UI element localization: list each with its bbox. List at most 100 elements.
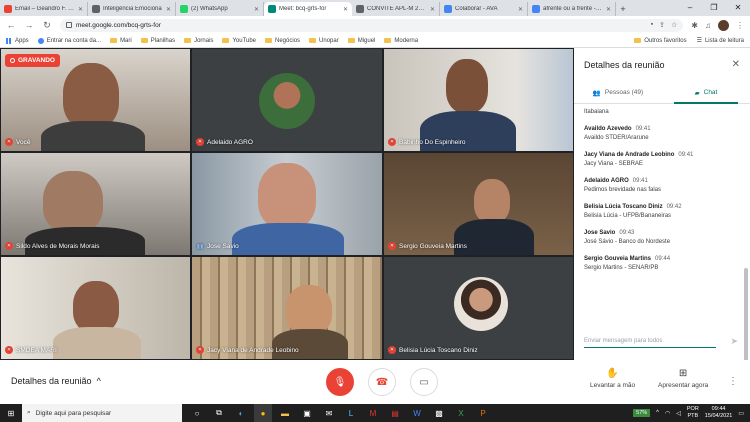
back-arrow-icon[interactable]: ←: [6, 20, 16, 30]
panel-tabs: 👥 Pessoas (49) ▰ Chat: [574, 82, 750, 104]
reload-icon[interactable]: ↻: [42, 20, 52, 31]
message-text: Belisia Lúcia - UFPB/Bananeiras: [584, 213, 672, 219]
tray-arrow-icon[interactable]: ^: [656, 410, 659, 416]
forward-arrow-icon[interactable]: →: [24, 20, 34, 30]
taskbar-search-box[interactable]: ⌕ Digite aqui para pesquisar: [22, 404, 182, 422]
close-tab-icon[interactable]: ✕: [254, 6, 259, 13]
bookmark-folder[interactable]: Planilhas: [140, 38, 175, 44]
participant-body: [232, 223, 344, 255]
address-bar[interactable]: meet.google.com/bcq-grts-for ▪ ⇪ ☆: [60, 18, 684, 32]
participant-tile[interactable]: ✕ SMDEA MARI: [0, 256, 191, 360]
app-l-icon[interactable]: L: [342, 404, 360, 422]
participant-tile[interactable]: ✕ Sergio Gouveia Martins: [383, 152, 574, 256]
chat-scrollbar[interactable]: [744, 268, 748, 368]
bookmark-folder[interactable]: Jornais: [184, 38, 213, 44]
store-icon[interactable]: ▣: [298, 404, 316, 422]
browser-tab-active[interactable]: Meet: bcq-grts-for ✕: [264, 2, 352, 16]
folder-icon: [634, 38, 642, 43]
browser-tab[interactable]: (2) WhatsApp ✕: [176, 2, 264, 16]
close-tab-icon[interactable]: ✕: [430, 6, 435, 13]
powerpoint-icon[interactable]: P: [474, 404, 492, 422]
word-icon[interactable]: W: [408, 404, 426, 422]
camera-icon[interactable]: ▪: [651, 21, 653, 29]
wifi-icon[interactable]: ◠: [665, 410, 670, 417]
bookmark-folder[interactable]: Unopar: [309, 38, 339, 44]
participant-tile[interactable]: ✕ Belisia Lúcia Toscano Diniz: [383, 256, 574, 360]
present-now-button[interactable]: ⊞ Apresentar agora: [658, 368, 708, 389]
star-icon[interactable]: ☆: [671, 21, 677, 29]
participant-body: [454, 219, 534, 255]
task-switch-icon[interactable]: ⧉: [210, 404, 228, 422]
message-text: Pedimos brevidade nas falas: [584, 187, 662, 193]
close-panel-icon[interactable]: ✕: [732, 59, 740, 70]
close-tab-icon[interactable]: ✕: [343, 6, 348, 13]
participant-tile[interactable]: ✕ Sildo Alves de Morais Morais: [0, 152, 191, 256]
tab-people[interactable]: 👥 Pessoas (49): [574, 82, 662, 103]
edge-icon[interactable]: ◐: [232, 404, 250, 422]
battery-indicator[interactable]: 57%: [633, 409, 651, 417]
keyboard-layout[interactable]: PTB: [687, 413, 698, 419]
other-bookmarks[interactable]: Outros favoritos: [634, 37, 687, 44]
reading-list[interactable]: ☰ Lista de leitura: [697, 37, 744, 45]
bookmark-folder[interactable]: Mari: [110, 38, 132, 44]
camera-toggle-button[interactable]: ▭: [410, 368, 438, 396]
participant-tile[interactable]: ✕ Jacy Viana de Andrade Leobino: [191, 256, 383, 360]
bookmark-folder[interactable]: Negócios: [265, 38, 300, 44]
bookmark-folder[interactable]: Moderna: [384, 38, 418, 44]
participant-tile[interactable]: GRAVANDO ✕ Você: [0, 48, 191, 152]
send-icon[interactable]: ➤: [730, 336, 738, 347]
participant-tile[interactable]: ✕ Babinho Do Espinheiro: [383, 48, 574, 152]
volume-icon[interactable]: ◁: [676, 410, 681, 417]
maximize-icon[interactable]: ❐: [702, 0, 726, 16]
meeting-details-button[interactable]: Detalhes da reunião ^: [11, 376, 101, 386]
media-icon[interactable]: ♫: [705, 21, 711, 30]
minimize-icon[interactable]: –: [678, 0, 702, 16]
mic-toggle-button[interactable]: 🎙: [326, 368, 354, 396]
excel-icon[interactable]: X: [452, 404, 470, 422]
chat-message: Adelaido AGRO 09:41 Pedimos brevidade nas …: [584, 178, 742, 193]
keyboard-language[interactable]: POR: [687, 406, 699, 412]
close-tab-icon[interactable]: ✕: [606, 6, 611, 13]
share-icon[interactable]: ⇪: [659, 21, 665, 29]
raise-hand-button[interactable]: ✋ Levantar a mão: [590, 368, 635, 389]
close-tab-icon[interactable]: ✕: [78, 6, 83, 13]
folder-icon: [140, 38, 148, 43]
participant-tile[interactable]: ▮▮ Jose Savio: [191, 152, 383, 256]
message-sender: Availdo Azevedo: [584, 126, 632, 132]
browser-tab[interactable]: CONVITE APL-M 2021 ✕: [352, 2, 440, 16]
clock[interactable]: 09:44 15/04/2021: [705, 406, 733, 420]
browser-tab[interactable]: Inteligência Emociona ✕: [88, 2, 176, 16]
chat-message-input[interactable]: Enviar mensagem para todos: [584, 338, 716, 348]
tab-chat[interactable]: ▰ Chat: [662, 82, 750, 104]
browser-tab[interactable]: afrente ou a frente - Pe ✕: [528, 2, 616, 16]
participant-head: [73, 281, 119, 333]
bookmark-folder[interactable]: Miguel: [347, 38, 375, 44]
pdf-icon[interactable]: ▤: [386, 404, 404, 422]
photos-icon[interactable]: ▩: [430, 404, 448, 422]
mic-off-icon: ✕: [388, 138, 396, 146]
more-options-icon[interactable]: ⋮: [728, 376, 738, 387]
extensions-icon[interactable]: ✱: [691, 21, 698, 30]
menu-dots-icon[interactable]: ⋮: [736, 21, 744, 30]
chrome-icon[interactable]: ●: [254, 404, 272, 422]
file-explorer-icon[interactable]: ▬: [276, 404, 294, 422]
notifications-icon[interactable]: ▭: [738, 410, 744, 417]
close-tab-icon[interactable]: ✕: [518, 6, 523, 13]
close-tab-icon[interactable]: ✕: [166, 6, 171, 13]
close-window-icon[interactable]: ✕: [726, 0, 750, 16]
participant-tile[interactable]: ✕ Adelaido AGRO: [191, 48, 383, 152]
participant-name: Sildo Alves de Morais Morais: [16, 242, 100, 250]
profile-avatar[interactable]: [718, 19, 729, 31]
task-view-icon[interactable]: ○: [188, 404, 206, 422]
bookmark-folder[interactable]: YouTube: [222, 38, 256, 44]
message-time: 09:41: [678, 152, 694, 158]
browser-tab[interactable]: Colaborar - AVA ✕: [440, 2, 528, 16]
windows-start-icon[interactable]: ⊞: [0, 409, 22, 418]
bookmark-apps[interactable]: Apps: [6, 37, 29, 44]
new-tab-button[interactable]: +: [616, 2, 630, 16]
leave-call-button[interactable]: ☎: [368, 368, 396, 396]
browser-tab[interactable]: Email – Geandro F. Fer ✕: [0, 2, 88, 16]
mail-icon[interactable]: ✉: [320, 404, 338, 422]
bookmark-item[interactable]: Entrar na conta da...: [37, 37, 101, 44]
antivirus-icon[interactable]: M: [364, 404, 382, 422]
